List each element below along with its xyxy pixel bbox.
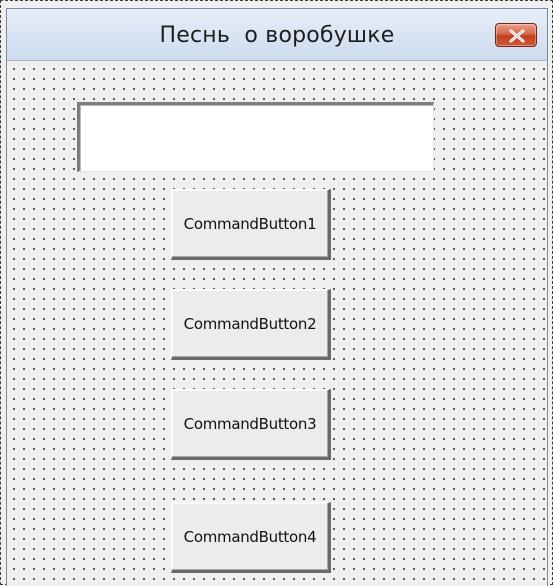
userform-window[interactable]: Песнь о воробушке CommandButton1 Command… — [6, 8, 548, 586]
text-box[interactable] — [77, 102, 434, 172]
close-button[interactable] — [495, 23, 537, 47]
command-button-3-label: CommandButton3 — [183, 414, 317, 433]
command-button-3[interactable]: CommandButton3 — [171, 389, 331, 460]
command-button-2-label: CommandButton2 — [183, 314, 317, 333]
title-bar[interactable]: Песнь о воробушке — [7, 9, 547, 61]
command-button-4-label: CommandButton4 — [183, 527, 317, 546]
window-title: Песнь о воробушке — [159, 23, 395, 48]
close-icon — [509, 29, 525, 43]
command-button-1[interactable]: CommandButton1 — [171, 189, 331, 260]
command-button-1-label: CommandButton1 — [183, 214, 317, 233]
command-button-2[interactable]: CommandButton2 — [171, 289, 331, 360]
designer-selection-frame[interactable]: Песнь о воробушке CommandButton1 Command… — [0, 0, 553, 586]
form-client-area[interactable]: CommandButton1 CommandButton2 CommandBut… — [7, 61, 547, 586]
command-button-4[interactable]: CommandButton4 — [171, 502, 331, 573]
